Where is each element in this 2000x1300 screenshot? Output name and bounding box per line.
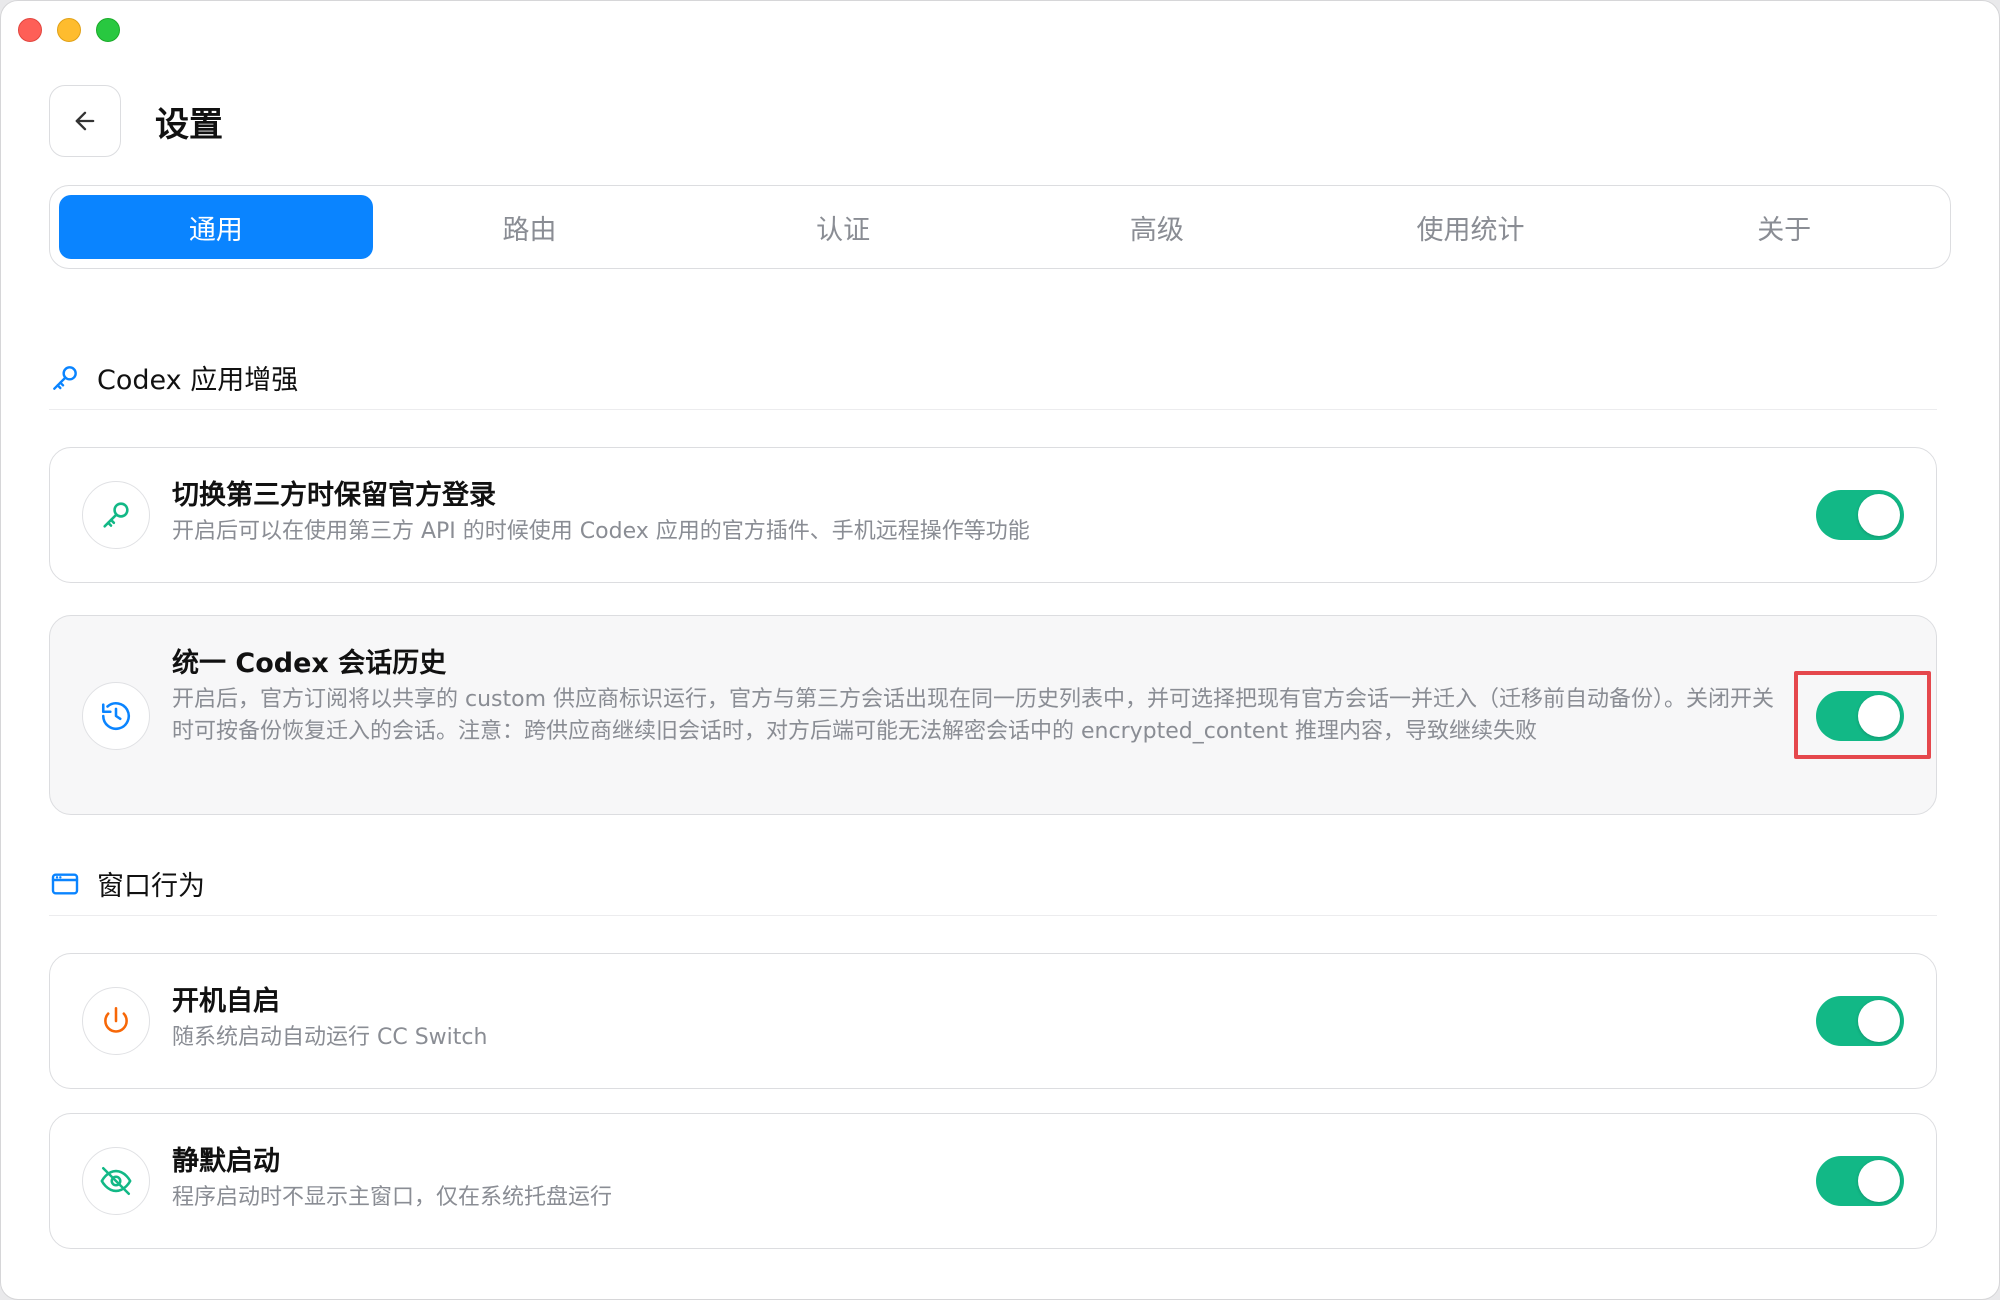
setting-description: 开启后，官方订阅将以共享的 custom 供应商标识运行，官方与第三方会话出现在… (172, 687, 1775, 744)
tab-routing[interactable]: 路由 (373, 195, 687, 259)
section-title: 窗口行为 (97, 871, 205, 902)
setting-description: 程序启动时不显示主窗口，仅在系统托盘运行 (172, 1185, 613, 1210)
arrow-left-icon (75, 111, 95, 131)
section-title: Codex 应用增强 (97, 365, 299, 396)
setting-card-keep-official-login: 切换第三方时保留官方登录 开启后可以在使用第三方 API 的时候使用 Codex… (49, 447, 1937, 583)
setting-title: 静默启动 (172, 1146, 280, 1177)
setting-card-launch-at-login: 开机自启 随系统启动自动运行 CC Switch (49, 953, 1937, 1089)
tab-about[interactable]: 关于 (1627, 195, 1941, 259)
setting-card-silent-start: 静默启动 程序启动时不显示主窗口，仅在系统托盘运行 (49, 1113, 1937, 1249)
window-icon (49, 867, 83, 901)
minimize-window-button[interactable] (57, 18, 81, 42)
settings-window: 设置 通用 路由 认证 高级 使用统计 关于 Codex 应用增强 切换第三方时… (0, 0, 2000, 1300)
setting-title: 切换第三方时保留官方登录 (172, 480, 496, 511)
setting-title: 开机自启 (172, 986, 280, 1017)
setting-description: 随系统启动自动运行 CC Switch (172, 1025, 488, 1050)
tab-auth[interactable]: 认证 (686, 195, 1000, 259)
silent-start-toggle[interactable] (1816, 1156, 1904, 1206)
tab-advanced[interactable]: 高级 (1000, 195, 1314, 259)
page-title: 设置 (155, 104, 223, 145)
tab-usage-stats[interactable]: 使用统计 (1314, 195, 1628, 259)
back-button[interactable] (49, 85, 121, 157)
window-controls (18, 18, 120, 42)
close-window-button[interactable] (18, 18, 42, 42)
eye-off-icon (82, 1147, 150, 1215)
setting-description: 开启后可以在使用第三方 API 的时候使用 Codex 应用的官方插件、手机远程… (172, 519, 1030, 544)
setting-title: 统一 Codex 会话历史 (172, 648, 447, 679)
tab-general[interactable]: 通用 (59, 195, 373, 259)
setting-card-unified-history: 统一 Codex 会话历史 开启后，官方订阅将以共享的 custom 供应商标识… (49, 615, 1937, 815)
key-icon (82, 481, 150, 549)
launch-at-login-toggle[interactable] (1816, 996, 1904, 1046)
section-window-behavior: 窗口行为 (49, 852, 1937, 916)
highlight-box (1794, 671, 1931, 759)
key-icon (49, 361, 83, 395)
keep-official-login-toggle[interactable] (1816, 490, 1904, 540)
zoom-window-button[interactable] (96, 18, 120, 42)
page-header: 设置 (49, 85, 223, 157)
settings-tabs: 通用 路由 认证 高级 使用统计 关于 (49, 185, 1951, 269)
section-codex-enhance: Codex 应用增强 (49, 346, 1937, 410)
power-icon (82, 987, 150, 1055)
history-icon (82, 682, 150, 750)
